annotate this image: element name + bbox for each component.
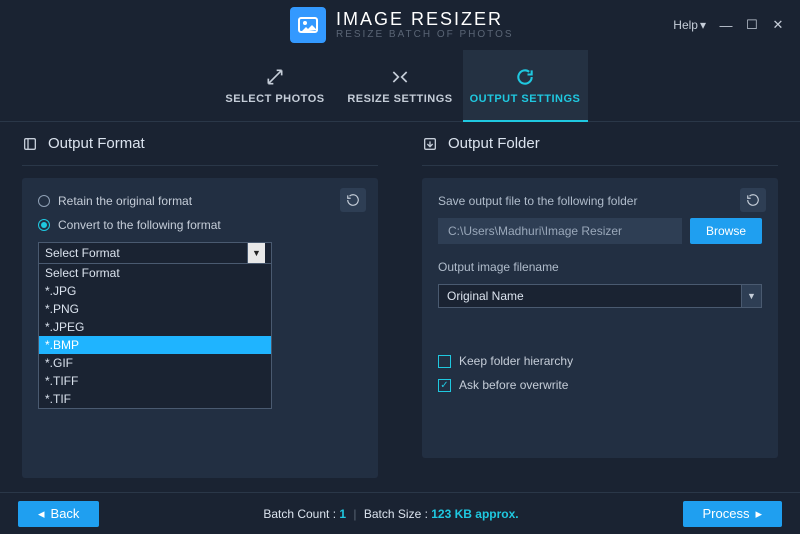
folder-path-input[interactable]: C:\Users\Madhuri\Image Resizer [438,218,682,244]
back-button[interactable]: ◂ Back [18,501,99,527]
window-controls: Help ▾ — ☐ ✕ [667,13,790,37]
undo-icon [346,193,360,207]
filename-label: Output image filename [438,260,762,274]
close-button[interactable]: ✕ [766,13,790,37]
app-subtitle: RESIZE BATCH OF PHOTOS [336,29,514,40]
chevron-down-icon[interactable]: ▼ [742,284,762,308]
checkbox-keep-hierarchy[interactable]: Keep folder hierarchy [438,354,762,368]
expand-icon [265,67,285,87]
checkbox-icon: ✓ [438,379,451,392]
radio-label: Retain the original format [58,194,192,208]
app-logo-icon [290,7,326,43]
tab-label: SELECT PHOTOS [225,93,324,105]
format-select-dropdown: Select Format*.JPG*.PNG*.JPEG*.BMP*.GIF*… [38,264,272,409]
format-panel: Retain the original format Convert to th… [22,178,378,478]
tab-output-settings[interactable]: OUTPUT SETTINGS [463,50,588,121]
process-label: Process [703,506,750,521]
format-select-display[interactable]: Select Format ▼ [38,242,272,264]
folder-export-icon [422,136,438,152]
batch-size-label: Batch Size : [364,507,428,521]
format-icon [22,136,38,152]
format-select-value: Select Format [45,246,120,260]
help-link[interactable]: Help ▾ [667,14,712,36]
chevron-right-icon: ▸ [755,506,762,522]
app-logo: IMAGE RESIZER RESIZE BATCH OF PHOTOS [290,7,514,43]
titlebar: IMAGE RESIZER RESIZE BATCH OF PHOTOS Hel… [0,0,800,50]
tab-resize-settings[interactable]: RESIZE SETTINGS [338,50,463,121]
reset-format-button[interactable] [340,188,366,212]
format-option[interactable]: *.TIFF [39,372,271,390]
right-column: Output Folder Save output file to the fo… [400,122,800,492]
filename-select[interactable]: Original Name ▼ [438,284,762,308]
app-title: IMAGE RESIZER [336,10,514,30]
format-option[interactable]: *.PNG [39,300,271,318]
reset-folder-button[interactable] [740,188,766,212]
batch-count-label: Batch Count : [263,507,336,521]
checkbox-label: Keep folder hierarchy [459,354,573,368]
left-column: Output Format Retain the original format… [0,122,400,492]
radio-icon [38,219,50,231]
checkbox-icon [438,355,451,368]
chevron-down-icon: ▼ [247,243,265,263]
folder-panel: Save output file to the following folder… [422,178,778,458]
checkbox-label: Ask before overwrite [459,378,568,392]
browse-button[interactable]: Browse [690,218,762,244]
content-area: Output Format Retain the original format… [0,122,800,492]
section-header-folder: Output Folder [422,122,778,166]
refresh-icon [515,67,535,87]
format-option[interactable]: Select Format [39,264,271,282]
tab-select-photos[interactable]: SELECT PHOTOS [213,50,338,121]
chevron-down-icon: ▾ [700,18,706,32]
tab-label: RESIZE SETTINGS [347,93,452,105]
footer-bar: ◂ Back Batch Count : 1 | Batch Size : 12… [0,492,800,534]
section-title: Output Folder [448,135,540,152]
minimize-button[interactable]: — [714,13,738,37]
help-label: Help [673,18,698,32]
mirror-icon [390,67,410,87]
batch-count-value: 1 [339,507,346,521]
filename-value: Original Name [438,284,742,308]
back-label: Back [51,506,80,521]
batch-size-value: 123 KB approx. [431,507,518,521]
radio-label: Convert to the following format [58,218,221,232]
chevron-left-icon: ◂ [38,506,45,522]
format-option[interactable]: *.GIF [39,354,271,372]
undo-icon [746,193,760,207]
checkbox-ask-overwrite[interactable]: ✓ Ask before overwrite [438,378,762,392]
section-header-format: Output Format [22,122,378,166]
section-title: Output Format [48,135,145,152]
radio-retain-original[interactable]: Retain the original format [38,194,362,208]
footer-info: Batch Count : 1 | Batch Size : 123 KB ap… [99,507,682,521]
format-option[interactable]: *.BMP [39,336,271,354]
format-option[interactable]: *.TIF [39,390,271,408]
save-folder-label: Save output file to the following folder [438,194,762,208]
maximize-button[interactable]: ☐ [740,13,764,37]
main-tabs: SELECT PHOTOS RESIZE SETTINGS OUTPUT SET… [0,50,800,122]
radio-icon [38,195,50,207]
folder-path-row: C:\Users\Madhuri\Image Resizer Browse [438,218,762,244]
format-option[interactable]: *.JPG [39,282,271,300]
process-button[interactable]: Process ▸ [683,501,783,527]
format-select[interactable]: Select Format ▼ Select Format*.JPG*.PNG*… [38,242,272,264]
radio-convert-format[interactable]: Convert to the following format [38,218,362,232]
format-option[interactable]: *.JPEG [39,318,271,336]
tab-label: OUTPUT SETTINGS [470,93,581,105]
